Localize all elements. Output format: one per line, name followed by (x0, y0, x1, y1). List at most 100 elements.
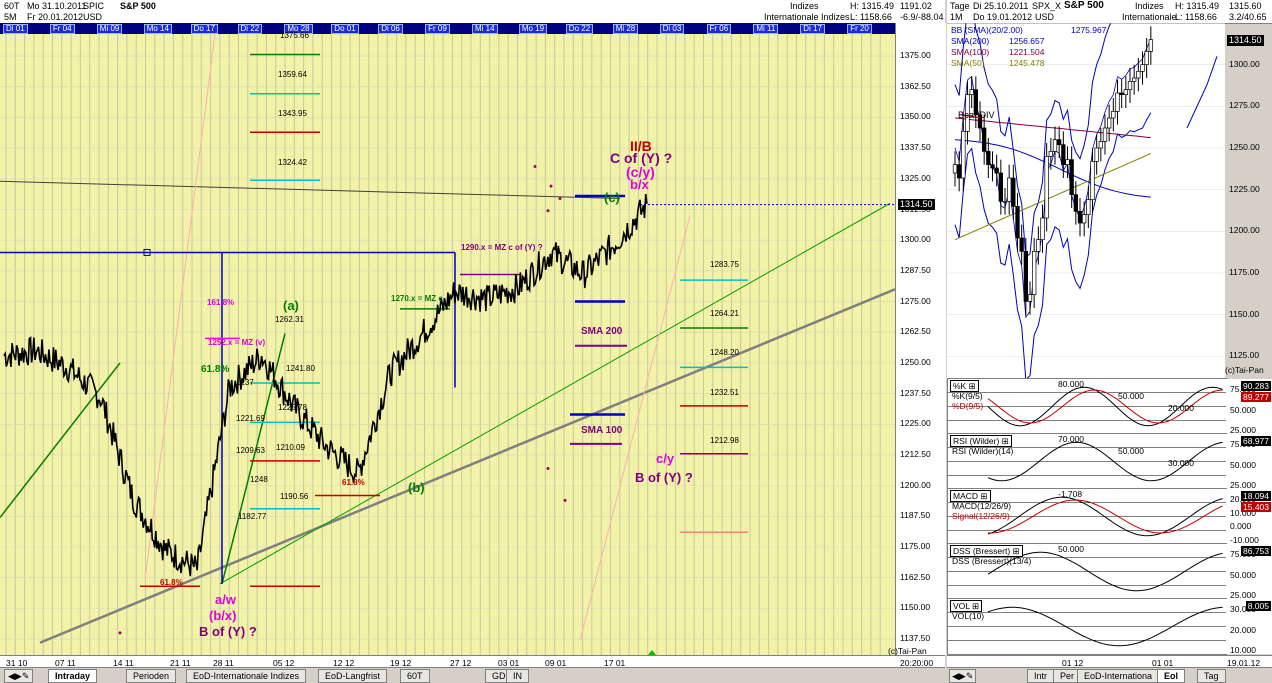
level-1232: 1232.51 (710, 388, 739, 397)
indicator-panel[interactable]: RSI (Wilder) ⊞RSI (Wilder)(14)70.00050.0… (947, 433, 1227, 490)
price-axis-tick: 1362.50 (900, 81, 931, 91)
day-chip[interactable]: Mo 19 (519, 24, 547, 34)
day-chip[interactable]: Mi 11 (753, 24, 778, 34)
tab-eod-internationa[interactable]: EoD-Internationa (1077, 669, 1159, 683)
day-chip[interactable]: Mi 28 (613, 24, 639, 34)
left-price-chart[interactable] (0, 34, 895, 655)
price-axis-tick: 1375.00 (900, 50, 931, 60)
candle-body (1091, 161, 1095, 199)
day-chip[interactable]: Fr 09 (425, 24, 450, 34)
left-header-instrument: S&P 500 (120, 1, 156, 11)
candle-body (1103, 128, 1107, 141)
candle-body (1124, 90, 1128, 95)
tab-intr[interactable]: Intr (1027, 669, 1054, 683)
candle-body (1107, 118, 1111, 128)
right-last-price-tag: 1314.50 (1227, 35, 1264, 46)
ann-c-green: (c) (604, 190, 620, 205)
level-1237: 1237 (236, 378, 254, 387)
day-chip[interactable]: Di 06 (378, 24, 403, 34)
price-axis-tick: 1212.50 (900, 449, 931, 459)
price-axis-tick: 1350.00 (900, 111, 931, 121)
price-axis-tick: 1287.50 (900, 265, 931, 275)
left-header-symbol: SPIC (83, 1, 104, 11)
legend-sma50: SMA(50) (951, 58, 985, 68)
candle-body (1128, 81, 1132, 89)
right-nav-icons[interactable]: ◀▶✎ (949, 669, 976, 683)
day-chip[interactable]: Fr 20 (847, 24, 872, 34)
level-1264: 1264.21 (710, 309, 739, 318)
right-header-group: Indizes (1135, 1, 1164, 11)
day-chip[interactable]: Fr 04 (50, 24, 75, 34)
indicator-panel[interactable]: DSS (Bressert) ⊞DSS (Bressert)(13/4)50.0… (947, 543, 1227, 600)
candle-body (1120, 93, 1124, 95)
interval-select[interactable]: 60T (400, 669, 430, 683)
ann-fib618c: 61.8% (342, 478, 365, 487)
candle-body (982, 128, 986, 151)
candle-body (1028, 295, 1032, 302)
day-chip[interactable]: Di 03 (660, 24, 685, 34)
candle-body (1149, 40, 1153, 52)
tab-intraday[interactable]: Intraday (48, 669, 97, 683)
day-chip[interactable]: Di 22 (238, 24, 263, 34)
day-chip[interactable]: Di 17 (800, 24, 825, 34)
indicator-axis-tick: 0.000 (1230, 521, 1251, 531)
right-header-value: 1315.60 (1229, 1, 1262, 11)
in-button[interactable]: IN (506, 669, 529, 683)
level-1248b: 1248 (250, 475, 268, 484)
day-chip[interactable]: Do 17 (191, 24, 218, 34)
right-header-start-date: Di 25.10.2011 (973, 1, 1028, 11)
day-chip[interactable]: Do 22 (566, 24, 593, 34)
indicator-value-tag: 68.977 (1241, 436, 1271, 446)
candle-body (1132, 78, 1136, 81)
indicator-panel[interactable]: %K ⊞%K(9/5)%D(9/5)80.00050.00020.00075.0… (947, 378, 1227, 435)
tab-eod-internationale-indizes[interactable]: EoD-Internationale Indizes (186, 669, 306, 683)
level-1324: 1324.42 (278, 158, 307, 167)
day-chip[interactable]: Fr 06 (707, 24, 732, 34)
candle-body (957, 165, 961, 178)
day-chip[interactable]: Do 01 (331, 24, 358, 34)
tag-select[interactable]: Tag (1197, 669, 1226, 683)
day-chip[interactable]: Mi 09 (97, 24, 123, 34)
ann-bx2: (b/x) (209, 608, 236, 623)
indicator-value-tag: 90.283 (1241, 381, 1271, 391)
tab-perioden[interactable]: Perioden (126, 669, 176, 683)
ann-fib618b: 61.8% (160, 578, 183, 587)
indicator-panel[interactable]: MACD ⊞MACD(12/26/9)Signal(12/26/9)-1.708… (947, 488, 1227, 545)
indicator-value-tag: 15.403 (1241, 502, 1271, 512)
tab-eol[interactable]: Eol (1157, 669, 1185, 683)
candle-body (1020, 238, 1024, 251)
indicator-level-label: 30.000 (1168, 458, 1194, 468)
candle-body (1041, 218, 1045, 240)
level-1343: 1343.95 (278, 109, 307, 118)
day-chip[interactable]: Di 01 (3, 24, 28, 34)
level-1262: 1262.31 (275, 315, 304, 324)
indicator-axis-tick: 10.000 (1230, 645, 1256, 655)
level-1209: 1209.63 (236, 446, 265, 455)
candle-body (987, 151, 991, 164)
ann-mz-1252: 1252.x = MZ (v) (208, 338, 265, 347)
tab-eod-langfrist[interactable]: EoD-Langfrist (318, 669, 387, 683)
indicator-panel[interactable]: VOL ⊞VOL(10)30.00020.00010.0008.005 (947, 598, 1227, 655)
level-1283: 1283.75 (710, 260, 739, 269)
candle-body (999, 173, 1003, 201)
candle-body (1016, 206, 1020, 238)
nav-icons[interactable]: ◀▶✎ (4, 669, 33, 683)
candle-body (1112, 111, 1116, 118)
indicator-value-tag: 18.094 (1241, 491, 1271, 501)
day-chip[interactable]: Mo 14 (144, 24, 172, 34)
indicator-level-label: 50.000 (1058, 544, 1084, 554)
indicator-level-label: -1.708 (1058, 489, 1082, 499)
candle-body (953, 165, 957, 173)
price-axis-tick: 1175.00 (900, 541, 930, 551)
price-axis-tick: 1162.50 (900, 572, 930, 582)
indicator-value-tag: 8.005 (1246, 601, 1271, 611)
candle-body (1116, 93, 1120, 111)
candle-body (1074, 195, 1078, 212)
indicator-line-label: DSS (Bressert)(13/4) (952, 556, 1031, 566)
legend-bb: BB (SMA)(20/2.00) (951, 25, 1023, 35)
left-header-value: 1191.02 (900, 1, 932, 11)
ann-a-green: (a) (283, 298, 299, 313)
day-chip[interactable]: Mi 14 (472, 24, 498, 34)
indicator-line-label: %K(9/5) (952, 391, 983, 401)
right-header-low: L: 1158.66 (1175, 12, 1217, 22)
